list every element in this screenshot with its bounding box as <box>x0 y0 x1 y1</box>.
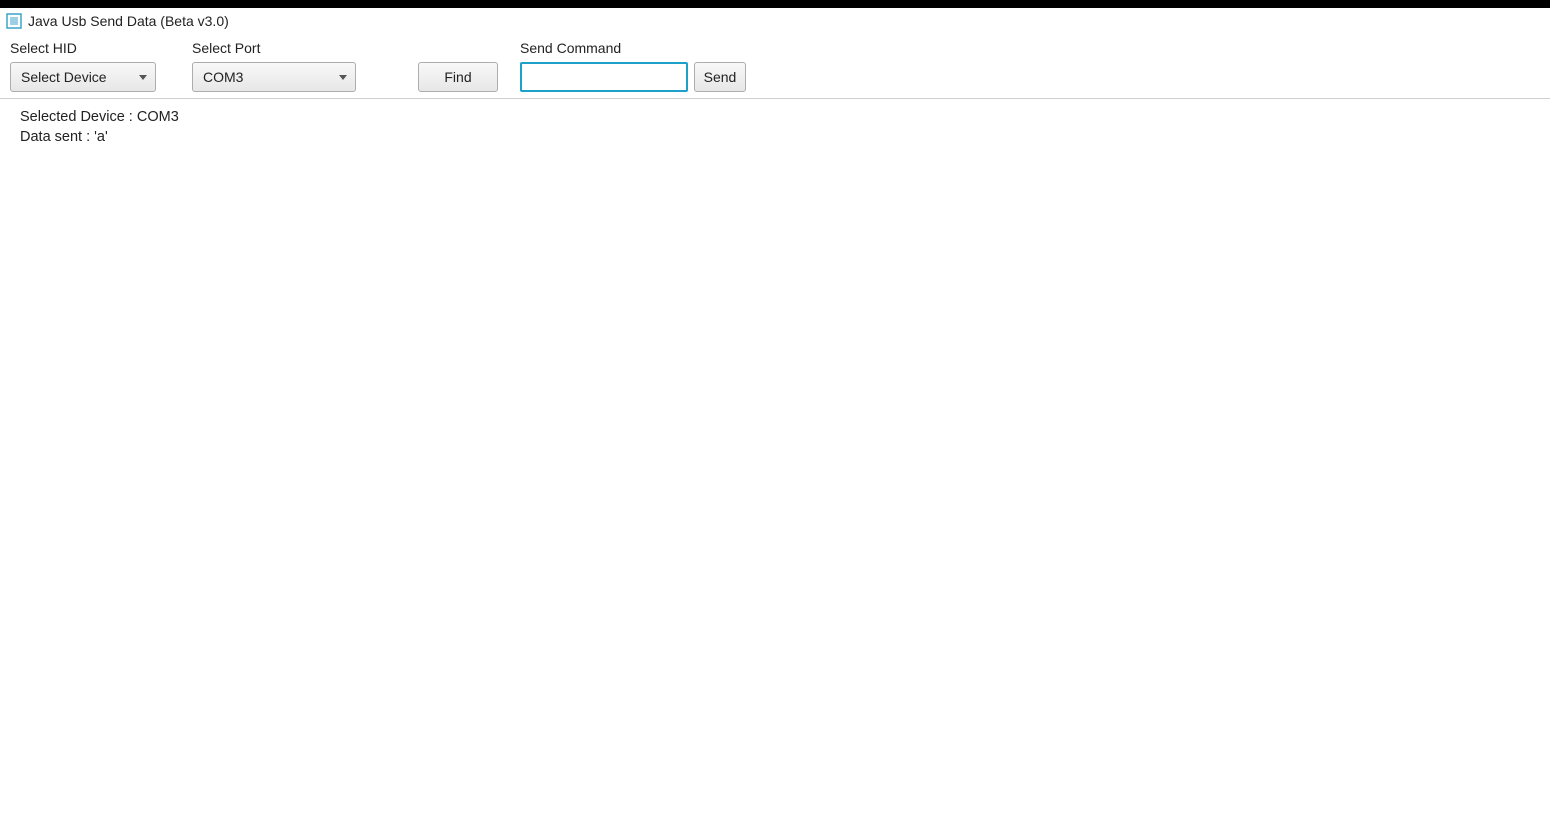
find-group: Find <box>418 38 498 92</box>
send-command-row: Send <box>520 62 746 92</box>
title-bar: Java Usb Send Data (Beta v3.0) <box>0 8 1550 34</box>
select-hid-label: Select HID <box>10 38 174 58</box>
select-port-value: COM3 <box>203 69 243 85</box>
send-command-group: Send Command Send <box>520 38 746 92</box>
app-icon <box>6 13 22 29</box>
send-command-label: Send Command <box>520 38 746 58</box>
command-input[interactable] <box>520 62 688 92</box>
select-hid-group: Select HID Select Device <box>10 38 174 92</box>
select-port-group: Select Port COM3 <box>192 38 392 92</box>
log-line: Selected Device : COM3 <box>20 107 1530 127</box>
select-hid-value: Select Device <box>21 69 107 85</box>
send-button[interactable]: Send <box>694 62 746 92</box>
find-button[interactable]: Find <box>418 62 498 92</box>
log-output: Selected Device : COM3 Data sent : 'a' <box>0 99 1550 156</box>
select-port-label: Select Port <box>192 38 392 58</box>
chevron-down-icon <box>139 75 147 80</box>
window-title: Java Usb Send Data (Beta v3.0) <box>28 13 229 29</box>
window-top-border <box>0 0 1550 8</box>
select-hid-dropdown[interactable]: Select Device <box>10 62 156 92</box>
log-line: Data sent : 'a' <box>20 127 1530 147</box>
find-label-spacer <box>418 38 498 58</box>
toolbar: Select HID Select Device Select Port COM… <box>0 34 1550 98</box>
chevron-down-icon <box>339 75 347 80</box>
select-port-dropdown[interactable]: COM3 <box>192 62 356 92</box>
